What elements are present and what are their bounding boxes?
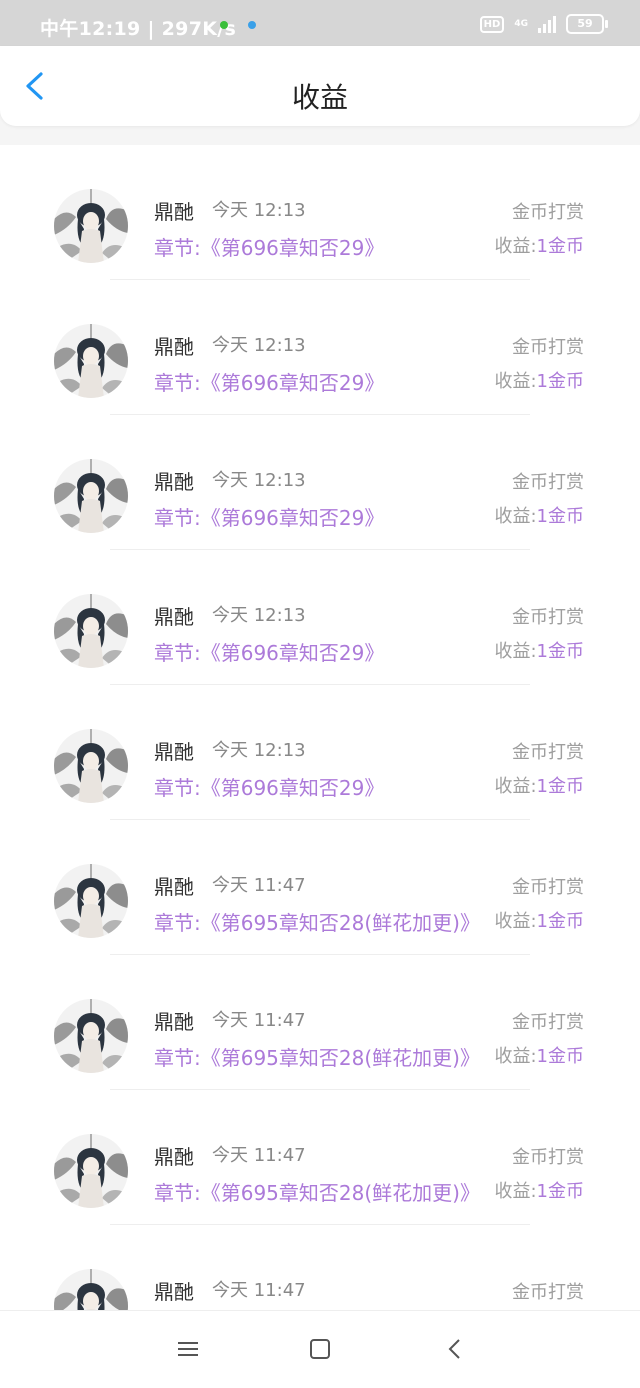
earnings-list: 鼎酏 今天 12:13 章节:《第696章知否29》 金币打赏 收益:1金币 鼎酏 今天 … [0,145,640,1310]
status-time: 中午12:19 | 297K/s [40,18,237,40]
item-time: 今天 12:13 [212,740,306,761]
earnings-label: 收益: [494,506,537,527]
list-item[interactable]: 鼎酏 今天 12:13 章节:《第696章知否29》 金币打赏收益:1金币 [0,280,640,415]
avatar [54,1134,128,1208]
list-item[interactable]: 鼎酏 今天 11:47 章节:《第695章知否28(鲜花加更)》 金币打赏收益:1金币 [0,955,640,1090]
reward-type: 金币打赏 [512,1012,584,1033]
status-icons: HD 4G 59 [479,14,608,34]
user-name: 鼎酏 [154,605,194,629]
item-time: 今天 12:13 [212,470,306,491]
app-notification-icon [248,21,256,29]
user-name: 鼎酏 [154,470,194,494]
chapter-link[interactable]: 章节:《第696章知否29》 [154,772,384,801]
battery-level: 59 [577,17,593,30]
chapter-link[interactable]: 章节:《第696章知否29》 [154,502,384,531]
chapter-link[interactable]: 章节:《第696章知否29》 [154,367,384,396]
reward-type: 金币打赏 [512,202,584,223]
earnings: 收益:1金币 [494,367,584,393]
list-item[interactable]: 鼎酏 今天 12:13 章节:《第696章知否29》 金币打赏收益:1金币 [0,145,640,280]
wechat-notification-icon [220,21,228,29]
chapter-link[interactable]: 章节:《第695章知否28(鲜花加更)》 [154,907,480,936]
reward-type: 金币打赏 [512,742,584,763]
network-type: 4G [514,18,528,29]
nav-menu-button[interactable] [173,1336,203,1362]
reward-type: 金币打赏 [512,1282,584,1303]
avatar [54,459,128,533]
earnings-label: 收益: [494,371,537,392]
user-name: 鼎酏 [154,740,194,764]
earnings: 收益:1金币 [494,1177,584,1203]
avatar [54,729,128,803]
item-time: 今天 11:47 [212,1280,306,1301]
avatar [54,864,128,938]
system-nav-bar [0,1310,640,1388]
chapter-link[interactable]: 章节:《第696章知否29》 [154,232,384,261]
reward-type: 金币打赏 [512,472,584,493]
earnings-amount: 1金币 [536,1046,584,1067]
list-item[interactable]: 鼎酏 今天 11:47 金币打赏 [0,1225,640,1310]
nav-home-button[interactable] [305,1336,335,1362]
earnings-label: 收益: [494,1181,537,1202]
item-time: 今天 12:13 [212,605,306,626]
earnings: 收益:1金币 [494,907,584,933]
reward-type: 金币打赏 [512,607,584,628]
earnings: 收益:1金币 [494,1042,584,1068]
square-home-icon [310,1339,330,1359]
earnings-amount: 1金币 [536,506,584,527]
chapter-link[interactable]: 章节:《第695章知否28(鲜花加更)》 [154,1042,480,1071]
earnings-label: 收益: [494,911,537,932]
earnings: 收益:1金币 [494,772,584,798]
earnings-amount: 1金币 [536,371,584,392]
avatar [54,324,128,398]
earnings-amount: 1金币 [536,911,584,932]
user-name: 鼎酏 [154,1145,194,1169]
avatar [54,189,128,263]
chapter-link[interactable]: 章节:《第695章知否28(鲜花加更)》 [154,1177,480,1206]
list-item[interactable]: 鼎酏 今天 12:13 章节:《第696章知否29》 金币打赏收益:1金币 [0,550,640,685]
earnings-label: 收益: [494,776,537,797]
item-time: 今天 11:47 [212,875,306,896]
battery-icon: 59 [566,14,608,34]
chevron-left-icon [448,1339,460,1359]
chapter-link[interactable]: 章节:《第696章知否29》 [154,637,384,666]
item-time: 今天 11:47 [212,1145,306,1166]
page-title: 收益 [291,81,348,114]
earnings: 收益:1金币 [494,637,584,663]
reward-type: 金币打赏 [512,337,584,358]
earnings-amount: 1金币 [536,776,584,797]
hd-badge: HD [479,15,505,33]
list-item[interactable]: 鼎酏 今天 12:13 章节:《第696章知否29》 金币打赏收益:1金币 [0,685,640,820]
reward-type: 金币打赏 [512,1147,584,1168]
list-item[interactable]: 鼎酏 今天 12:13 章节:《第696章知否29》 金币打赏收益:1金币 [0,415,640,550]
item-time: 今天 11:47 [212,1010,306,1031]
earnings-amount: 1金币 [536,641,584,662]
user-name: 鼎酏 [154,200,194,224]
earnings-amount: 1金币 [536,236,584,257]
list-item[interactable]: 鼎酏 今天 11:47 章节:《第695章知否28(鲜花加更)》 金币打赏收益:1金币 [0,1090,640,1225]
user-name: 鼎酏 [154,875,194,899]
avatar [54,999,128,1073]
earnings: 收益:1金币 [494,502,584,528]
page-header: 收益 [0,46,640,126]
user-name: 鼎酏 [154,1280,194,1304]
earnings-amount: 1金币 [536,1181,584,1202]
nav-back-button[interactable] [440,1336,470,1362]
earnings-label: 收益: [494,641,537,662]
item-time: 今天 12:13 [212,200,306,221]
avatar [54,594,128,668]
user-name: 鼎酏 [154,1010,194,1034]
earnings: 收益:1金币 [494,232,584,258]
list-item[interactable]: 鼎酏 今天 11:47 章节:《第695章知否28(鲜花加更)》 金币打赏收益:1金币 [0,820,640,955]
status-bar: 中午12:19 | 297K/s HD 4G 59 [0,0,640,46]
avatar [54,1269,128,1310]
earnings-label: 收益: [494,236,537,257]
user-name: 鼎酏 [154,335,194,359]
menu-icon [178,1342,198,1356]
reward-type: 金币打赏 [512,877,584,898]
item-time: 今天 12:13 [212,335,306,356]
earnings-label: 收益: [494,1046,537,1067]
signal-icon [538,15,556,33]
